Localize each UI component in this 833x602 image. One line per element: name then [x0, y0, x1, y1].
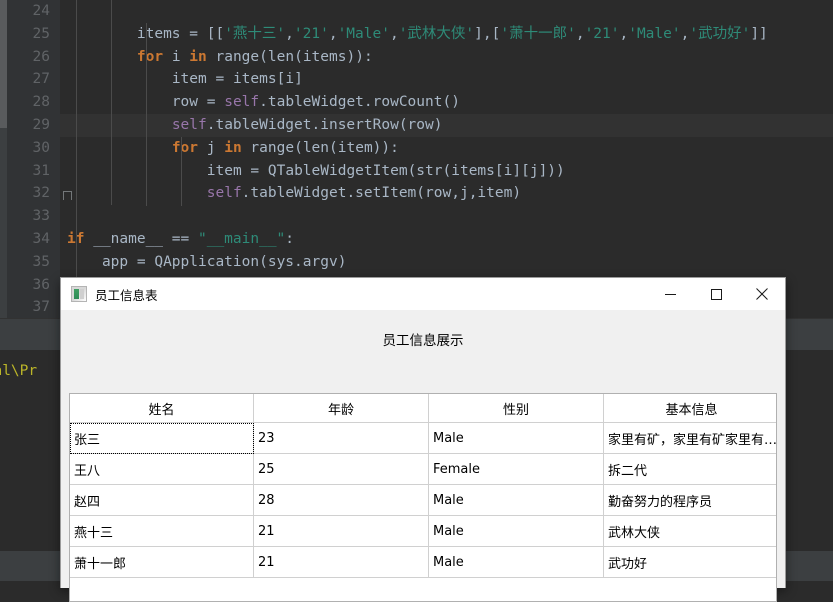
cell-gender[interactable]: Male	[429, 516, 604, 547]
cell-info[interactable]: 拆二代	[604, 454, 778, 485]
cell-gender[interactable]: Female	[429, 454, 604, 485]
code-line[interactable]: 26 for i in range(len(items)):	[7, 46, 833, 69]
cell-gender[interactable]: Male	[429, 423, 604, 454]
employee-info-window[interactable]: 员工信息表 员工信息展示 姓名 年龄 性别 基本信息	[60, 278, 786, 588]
cell-name[interactable]: 赵四	[70, 485, 254, 516]
table-header-row[interactable]: 姓名 年龄 性别 基本信息	[70, 394, 777, 423]
line-number: 30	[7, 137, 50, 160]
indent-guide	[181, 137, 182, 206]
cell-name[interactable]: 燕十三	[70, 516, 254, 547]
column-header-age[interactable]: 年龄	[254, 394, 429, 423]
line-number: 28	[7, 91, 50, 114]
cell-info[interactable]: 武林大侠	[604, 516, 778, 547]
code-line[interactable]: 29 self.tableWidget.insertRow(row)	[7, 114, 833, 137]
employee-table[interactable]: 姓名 年龄 性别 基本信息 张三23Male家里有矿，家里有矿家里有矿…王八25…	[70, 394, 777, 602]
form-title-label: 员工信息展示	[61, 310, 785, 349]
line-number: 24	[7, 0, 50, 23]
code-line[interactable]: 34 if __name__ == "__main__":	[7, 228, 833, 251]
column-header-gender[interactable]: 性别	[429, 394, 604, 423]
console-output-text: ocal\Pr	[0, 363, 37, 379]
table-empty-row	[70, 578, 777, 602]
cell-gender[interactable]: Male	[429, 485, 604, 516]
minimize-button[interactable]	[647, 278, 693, 310]
editor-scrollbar-thumb[interactable]	[0, 0, 7, 128]
line-source[interactable]: self.tableWidget.insertRow(row)	[67, 114, 442, 137]
line-source[interactable]: for i in range(len(items)):	[67, 46, 373, 69]
line-source[interactable]: items = [['燕十三','21','Male','武林大侠'],['萧十…	[67, 23, 768, 46]
line-number: 27	[7, 68, 50, 91]
window-client-area: 员工信息展示 姓名 年龄 性别 基本信息 张三23Male家里有矿，家里有矿家里…	[61, 310, 785, 588]
employee-table-frame[interactable]: 姓名 年龄 性别 基本信息 张三23Male家里有矿，家里有矿家里有矿…王八25…	[69, 393, 777, 602]
cell-age[interactable]: 21	[254, 516, 429, 547]
line-number: 35	[7, 251, 50, 274]
line-number: 31	[7, 160, 50, 183]
maximize-button[interactable]	[693, 278, 739, 310]
line-source[interactable]: for j in range(len(item)):	[67, 137, 399, 160]
code-line[interactable]: 35 app = QApplication(sys.argv)	[7, 251, 833, 274]
code-line[interactable]: 28 row = self.tableWidget.rowCount()	[7, 91, 833, 114]
line-number: 37	[7, 296, 50, 318]
cell-info[interactable]: 家里有矿，家里有矿家里有矿…	[604, 423, 778, 454]
window-title-bar[interactable]: 员工信息表	[60, 277, 786, 310]
cell-info[interactable]: 武功好	[604, 547, 778, 578]
code-lines[interactable]: 2425 items = [['燕十三','21','Male','武林大侠']…	[7, 0, 833, 318]
table-body[interactable]: 张三23Male家里有矿，家里有矿家里有矿…王八25Female拆二代赵四28M…	[70, 423, 777, 602]
editor-scrollbar[interactable]	[0, 0, 7, 318]
cell-name[interactable]: 萧十一郎	[70, 547, 254, 578]
indent-guide	[111, 0, 112, 205]
table-row[interactable]: 王八25Female拆二代	[70, 454, 777, 485]
code-line[interactable]: 30 for j in range(len(item)):	[7, 137, 833, 160]
line-source[interactable]: row = self.tableWidget.rowCount()	[67, 91, 460, 114]
line-source[interactable]: self.tableWidget.setItem(row,j,item)	[67, 182, 521, 205]
code-line[interactable]: 24	[7, 0, 833, 23]
table-row[interactable]: 燕十三21Male武林大侠	[70, 516, 777, 547]
cell-age[interactable]: 25	[254, 454, 429, 485]
window-title: 员工信息表	[95, 285, 647, 304]
line-source[interactable]: if __name__ == "__main__":	[67, 228, 294, 251]
line-number: 36	[7, 274, 50, 297]
window-controls[interactable]	[647, 278, 785, 310]
cell-gender[interactable]: Male	[429, 547, 604, 578]
cell-name[interactable]: 王八	[70, 454, 254, 485]
line-source[interactable]: item = items[i]	[67, 68, 303, 91]
line-number: 25	[7, 23, 50, 46]
line-source[interactable]: app = QApplication(sys.argv)	[67, 251, 346, 274]
indent-guide	[146, 23, 147, 206]
column-header-name[interactable]: 姓名	[70, 394, 254, 423]
line-source[interactable]: item = QTableWidgetItem(str(items[i][j])…	[67, 160, 565, 183]
code-editor[interactable]: 2425 items = [['燕十三','21','Male','武林大侠']…	[7, 0, 833, 318]
code-line[interactable]: 33	[7, 205, 833, 228]
code-fold-icon[interactable]	[63, 191, 72, 200]
cell-age[interactable]: 21	[254, 547, 429, 578]
line-number: 33	[7, 205, 50, 228]
code-line[interactable]: 32 self.tableWidget.setItem(row,j,item)	[7, 182, 833, 205]
close-button[interactable]	[739, 278, 785, 310]
empty-cell	[70, 578, 254, 602]
line-number: 34	[7, 228, 50, 251]
code-line[interactable]: 25 items = [['燕十三','21','Male','武林大侠'],[…	[7, 23, 833, 46]
cell-info[interactable]: 勤奋努力的程序员	[604, 485, 778, 516]
empty-cell	[254, 578, 429, 602]
app-window-icon	[71, 286, 87, 302]
cell-name[interactable]: 张三	[70, 423, 254, 454]
line-number: 26	[7, 46, 50, 69]
empty-cell	[604, 578, 778, 602]
cell-age[interactable]: 28	[254, 485, 429, 516]
line-number: 32	[7, 182, 50, 205]
code-line[interactable]: 27 item = items[i]	[7, 68, 833, 91]
empty-cell	[429, 578, 604, 602]
column-header-info[interactable]: 基本信息	[604, 394, 778, 423]
code-line[interactable]: 31 item = QTableWidgetItem(str(items[i][…	[7, 160, 833, 183]
indent-guide	[76, 0, 77, 295]
table-row[interactable]: 张三23Male家里有矿，家里有矿家里有矿…	[70, 423, 777, 454]
table-row[interactable]: 赵四28Male勤奋努力的程序员	[70, 485, 777, 516]
cell-age[interactable]: 23	[254, 423, 429, 454]
line-number: 29	[7, 114, 50, 137]
table-row[interactable]: 萧十一郎21Male武功好	[70, 547, 777, 578]
